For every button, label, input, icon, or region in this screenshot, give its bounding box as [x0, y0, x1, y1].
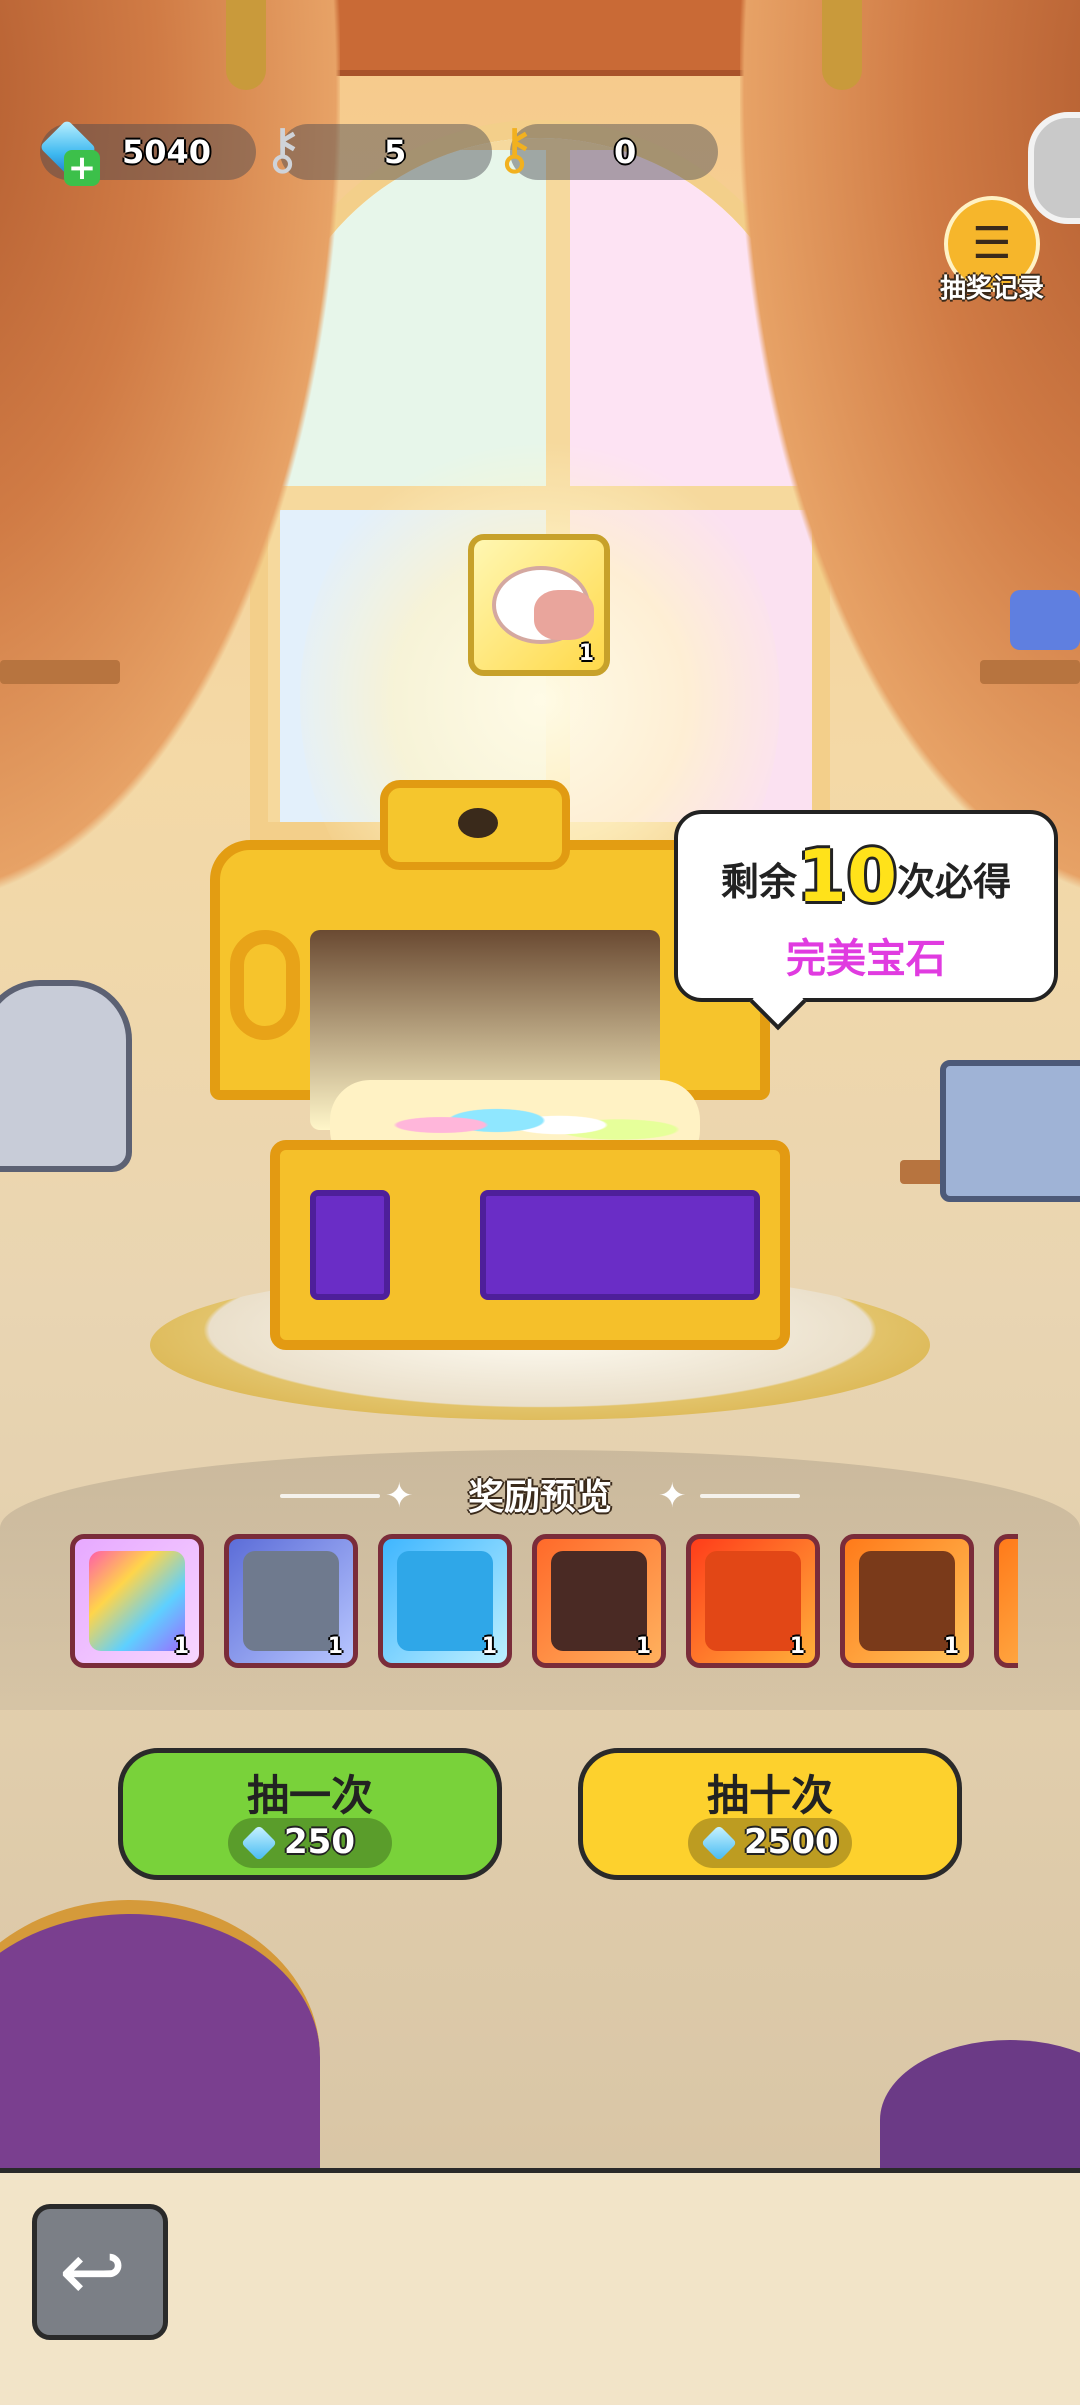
chest-lock: [380, 780, 570, 870]
gem-icon: [240, 1824, 278, 1862]
shelf-left: [0, 660, 120, 684]
draw-record-button[interactable]: ☰ 抽奖记录: [940, 196, 1044, 306]
helmet-decoration: [0, 980, 132, 1172]
featured-count: 1: [578, 641, 594, 666]
gold-key-icon: ⚷: [494, 117, 536, 182]
reward-item[interactable]: 1: [378, 1534, 512, 1668]
tassel-left: [226, 0, 266, 90]
divider-right: [700, 1494, 800, 1498]
chest-ring: [230, 930, 300, 1040]
gem-icon: [700, 1824, 738, 1862]
reward-item[interactable]: 1: [686, 1534, 820, 1668]
blue-beast-icon: [397, 1551, 493, 1651]
draw-ten-button[interactable]: 抽十次 2500: [578, 1748, 962, 1880]
martial-hero-icon: [551, 1551, 647, 1651]
pity-text: 剩余10次必得: [720, 834, 1012, 918]
fire-dragon-icon: [705, 1551, 801, 1651]
draw-record-label: 抽奖记录: [939, 274, 1044, 304]
reward-preview-title: 奖励预览: [467, 1477, 612, 1518]
tassel-right: [822, 0, 862, 90]
gem-decoration: [1010, 590, 1080, 650]
shelf-right: [980, 660, 1080, 684]
pity-bubble: 剩余10次必得 完美宝石: [674, 810, 1058, 1031]
draw-once-price: 250: [228, 1818, 392, 1868]
silver-key-count: 5: [384, 133, 407, 171]
mystery-gem-box-icon: [89, 1551, 185, 1651]
back-button[interactable]: ↩: [32, 2204, 168, 2340]
armored-knight-icon: [243, 1551, 339, 1651]
reward-item-partial[interactable]: [994, 1534, 1018, 1668]
gold-key-count: 0: [614, 133, 637, 171]
reward-item[interactable]: 1: [532, 1534, 666, 1668]
reward-preview-list[interactable]: 1 1 1 1 1 1: [70, 1534, 1018, 1670]
right-curtain: [740, 0, 1080, 900]
gem-count: 5040: [122, 133, 212, 171]
featured-reward[interactable]: 1: [468, 534, 610, 676]
reward-item[interactable]: 1: [70, 1534, 204, 1668]
draw-once-button[interactable]: 抽一次 250: [118, 1748, 502, 1880]
lava-golem-icon: [859, 1551, 955, 1651]
plus-icon[interactable]: +: [64, 150, 100, 186]
draw-ten-price: 2500: [688, 1818, 852, 1868]
pity-number: 10: [796, 834, 898, 918]
silver-key-icon: ⚷: [262, 117, 304, 182]
rug-left: [0, 1900, 320, 2168]
crystal-decoration: [940, 1060, 1080, 1202]
chest-body: [270, 1140, 790, 1350]
reward-item[interactable]: 1: [224, 1534, 358, 1668]
draw-ten-label: 抽十次: [706, 1771, 833, 1820]
back-arrow-icon: ↩: [59, 2225, 127, 2318]
reward-item[interactable]: 1: [840, 1534, 974, 1668]
pity-reward: 完美宝石: [786, 936, 946, 982]
draw-once-label: 抽一次: [246, 1771, 373, 1820]
rug-right: [880, 2040, 1080, 2168]
sparkle-icon: ✦: [658, 1476, 687, 1516]
